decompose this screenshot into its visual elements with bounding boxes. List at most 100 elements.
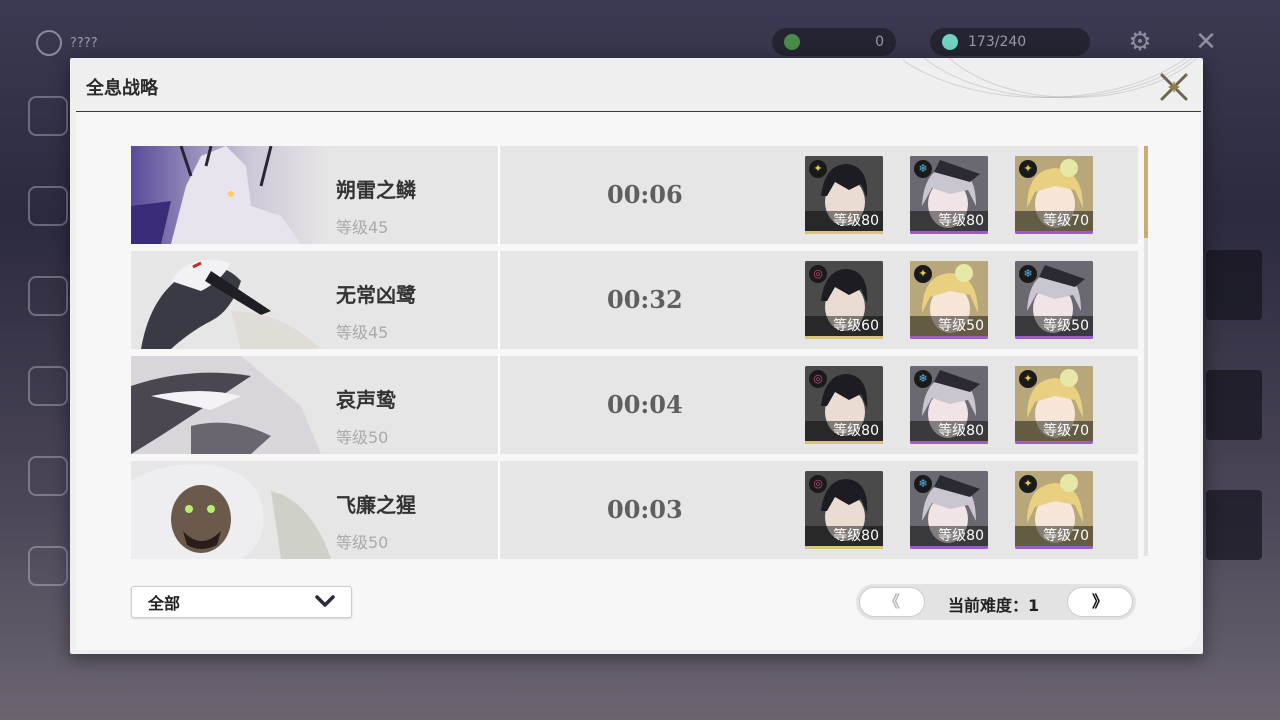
boss-name: 哀声鸷 (336, 388, 396, 412)
boss-name: 无常凶鹭 (336, 283, 416, 307)
row-divider (498, 146, 500, 244)
rarity-bar (805, 441, 883, 444)
character-level: 等级50 (1015, 316, 1093, 336)
rarity-bar (1015, 441, 1093, 444)
glacio-element-icon: ❄ (1019, 265, 1037, 283)
character-level: 等级70 (1015, 421, 1093, 441)
close-button[interactable] (1157, 70, 1191, 104)
resource-2-value: 173/240 (968, 34, 1027, 50)
background-hud: ???? 0 173/240 ⚙ ✕ (0, 0, 1280, 58)
rarity-bar (805, 546, 883, 549)
character-card[interactable]: ✦ 等级50 (910, 261, 988, 339)
rarity-bar (910, 441, 988, 444)
background-resource-1: 0 (772, 28, 896, 56)
character-card[interactable]: ❄ 等级80 (910, 156, 988, 234)
rarity-bar (910, 546, 988, 549)
clear-time: 00:06 (607, 180, 683, 209)
character-card[interactable]: ✦ 等级70 (1015, 471, 1093, 549)
holo-strategy-modal: 全息战略 朔雷之鳞 等级45 00:06 ✦ 等级80 ❄ 等级80 ✦ 等级7… (70, 58, 1203, 654)
character-level: 等级80 (805, 421, 883, 441)
character-level: 等级80 (805, 526, 883, 546)
character-card[interactable]: ✦ 等级70 (1015, 366, 1093, 444)
rarity-bar (1015, 231, 1093, 234)
rarity-bar (1015, 336, 1093, 339)
character-level: 等级70 (1015, 526, 1093, 546)
boss-portrait (131, 251, 331, 349)
record-list[interactable]: 朔雷之鳞 等级45 00:06 ✦ 等级80 ❄ 等级80 ✦ 等级70 无常凶… (131, 146, 1147, 560)
record-row[interactable]: 飞廉之猩 等级50 00:03 ◎ 等级80 ❄ 等级80 ✦ 等级70 (131, 461, 1138, 559)
character-card[interactable]: ❄ 等级50 (1015, 261, 1093, 339)
rarity-bar (805, 336, 883, 339)
next-difficulty-button[interactable]: 》 (1067, 587, 1133, 617)
character-card[interactable]: ◎ 等级60 (805, 261, 883, 339)
scrollbar-thumb[interactable] (1144, 146, 1148, 238)
character-card[interactable]: ✦ 等级80 (805, 156, 883, 234)
rarity-bar (805, 231, 883, 234)
electro-element-icon: ✦ (809, 160, 827, 178)
clear-time: 00:32 (607, 285, 683, 314)
clear-time: 00:03 (607, 495, 683, 524)
clear-time: 00:04 (607, 390, 683, 419)
boss-level: 等级50 (336, 533, 389, 552)
background-sidebar-item-3 (28, 276, 68, 316)
background-sidebar-item-6 (28, 546, 68, 586)
modal-title: 全息战略 (86, 78, 158, 99)
row-divider (498, 461, 500, 559)
background-sidebar-item-4 (28, 366, 68, 406)
character-level: 等级50 (910, 316, 988, 336)
background-close-icon: ✕ (1195, 27, 1217, 57)
character-card[interactable]: ◎ 等级80 (805, 366, 883, 444)
background-sidebar-item-5 (28, 456, 68, 496)
record-row[interactable]: 朔雷之鳞 等级45 00:06 ✦ 等级80 ❄ 等级80 ✦ 等级70 (131, 146, 1138, 244)
glacio-element-icon: ❄ (914, 370, 932, 388)
difficulty-pager: 《 当前难度：1 》 (856, 584, 1136, 620)
boss-level: 等级45 (336, 323, 389, 342)
filter-dropdown[interactable]: 全部 (131, 586, 352, 618)
boss-portrait (131, 461, 331, 559)
boss-portrait (131, 356, 331, 454)
rarity-bar (1015, 546, 1093, 549)
background-sidebar-item-2 (28, 186, 68, 226)
record-row[interactable]: 哀声鸷 等级50 00:04 ◎ 等级80 ❄ 等级80 ✦ 等级70 (131, 356, 1138, 454)
character-card[interactable]: ✦ 等级70 (1015, 156, 1093, 234)
background-resource-2: 173/240 (930, 28, 1090, 56)
background-right-card-1 (1206, 250, 1262, 320)
background-title-text: ???? (70, 35, 98, 51)
boss-name: 飞廉之猩 (336, 493, 416, 517)
havoc-element-icon: ◎ (809, 265, 827, 283)
content-panel: 朔雷之鳞 等级45 00:06 ✦ 等级80 ❄ 等级80 ✦ 等级70 无常凶… (76, 112, 1200, 650)
electro-element-icon: ✦ (1019, 160, 1037, 178)
boss-name: 朔雷之鳞 (336, 178, 416, 202)
resource-1-value: 0 (875, 34, 884, 50)
havoc-element-icon: ◎ (809, 370, 827, 388)
character-level: 等级70 (1015, 211, 1093, 231)
filter-selected-value: 全部 (148, 594, 181, 613)
electro-element-icon: ✦ (1019, 475, 1037, 493)
prev-difficulty-button[interactable]: 《 (859, 587, 925, 617)
chevron-down-icon (315, 595, 335, 607)
resource-2-icon (942, 34, 958, 50)
boss-level: 等级50 (336, 428, 389, 447)
rarity-bar (910, 336, 988, 339)
character-card[interactable]: ❄ 等级80 (910, 471, 988, 549)
resource-1-icon (784, 34, 800, 50)
background-title: ???? (36, 30, 98, 56)
character-level: 等级60 (805, 316, 883, 336)
background-right-card-2 (1206, 370, 1262, 440)
havoc-element-icon: ◎ (809, 475, 827, 493)
settings-icon: ⚙ (1128, 27, 1152, 57)
character-level: 等级80 (910, 421, 988, 441)
character-card[interactable]: ❄ 等级80 (910, 366, 988, 444)
boss-portrait (131, 146, 331, 244)
modal-header: 全息战略 (70, 58, 1203, 112)
character-level: 等级80 (910, 211, 988, 231)
electro-element-icon: ✦ (1019, 370, 1037, 388)
row-divider (498, 356, 500, 454)
background-right-card-3 (1206, 490, 1262, 560)
record-row[interactable]: 无常凶鹭 等级45 00:32 ◎ 等级60 ✦ 等级50 ❄ 等级50 (131, 251, 1138, 349)
glacio-element-icon: ❄ (914, 475, 932, 493)
current-difficulty-label: 当前难度：1 (948, 596, 1040, 615)
glacio-element-icon: ❄ (914, 160, 932, 178)
close-icon (1160, 73, 1188, 101)
character-card[interactable]: ◎ 等级80 (805, 471, 883, 549)
